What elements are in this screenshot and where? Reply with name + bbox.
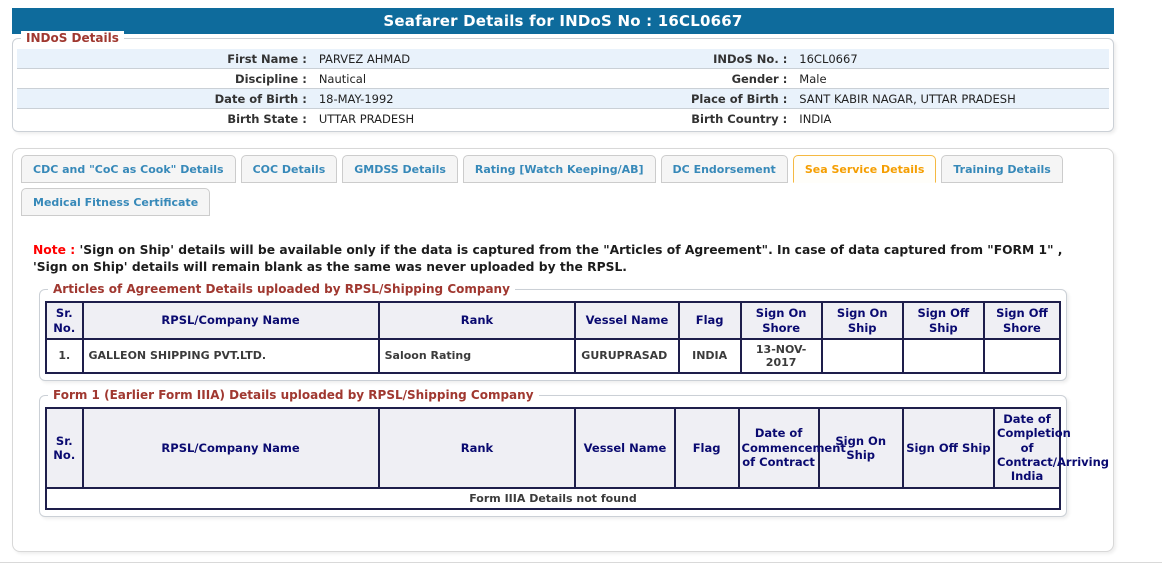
date-of-birth-value: 18-MAY-1992 <box>318 91 394 106</box>
agreement-details-table: Sr. No. RPSL/Company Name Rank Vessel Na… <box>45 301 1062 374</box>
note-text: 'Sign on Ship' details will be available… <box>33 243 1063 274</box>
cell-company: GALLEON SHIPPING PVT.LTD. <box>81 337 380 374</box>
form1-header-row: Sr. No. RPSL/Company Name Rank Vessel Na… <box>45 406 1109 489</box>
agreement-details-fieldset: Articles of Agreement Details uploaded b… <box>39 282 1067 381</box>
first-name-label: First Name : <box>227 51 307 66</box>
column-header-sr-no: Sr. No. <box>45 406 84 489</box>
agreement-data-row: 1. GALLEON SHIPPING PVT.LTD. Saloon Rati… <box>45 337 1062 374</box>
sign-on-ship-note: Note : 'Sign on Ship' details will be av… <box>33 242 1091 275</box>
indos-row-birth: Date of Birth : 18-MAY-1992 Place of Bir… <box>17 89 1109 109</box>
birth-state-label: Birth State : <box>227 112 307 126</box>
column-header-company: RPSL/Company Name <box>81 406 380 489</box>
gender-value: Male <box>799 71 827 86</box>
tab-strip: CDC and "CoC as Cook" Details COC Detail… <box>21 155 1105 216</box>
cell-sign-on-shore: 13-NOV-2017 <box>739 337 823 374</box>
cell-rank: Saloon Rating <box>377 337 577 374</box>
birth-country-value: INDIA <box>799 112 832 126</box>
form1-details-fieldset: Form 1 (Earlier Form IIIA) Details uploa… <box>39 387 1109 517</box>
page-title: Seafarer Details for INDoS No : 16CL0667 <box>12 8 1114 34</box>
column-header-date-completion: Date of Completion of Contract/Arriving … <box>993 406 1109 489</box>
indos-no-value: 16CL0667 <box>799 51 858 66</box>
column-header-rank: Rank <box>377 301 577 340</box>
tab-gmdss-details[interactable]: GMDSS Details <box>342 155 458 183</box>
column-header-sign-on-ship: Sign On Ship <box>820 301 904 340</box>
form1-empty-message: Form IIIA Details not found <box>45 486 1061 510</box>
form1-details-table: Sr. No. RPSL/Company Name Rank Vessel Na… <box>45 406 1109 510</box>
indos-row-state: Birth State : UTTAR PRADESH Birth Countr… <box>17 109 1109 129</box>
column-header-company: RPSL/Company Name <box>81 301 380 340</box>
column-header-vessel: Vessel Name <box>574 301 680 340</box>
agreement-details-caption: Articles of Agreement Details uploaded b… <box>48 282 515 297</box>
cell-flag: INDIA <box>677 337 742 374</box>
tab-content-panel: CDC and "CoC as Cook" Details COC Detail… <box>12 148 1114 552</box>
column-header-sign-off-shore: Sign Off Shore <box>982 301 1062 340</box>
cell-sign-off-ship <box>901 337 985 374</box>
cell-vessel: GURUPRASAD <box>574 337 680 374</box>
tab-cdc-coc-cook[interactable]: CDC and "CoC as Cook" Details <box>21 155 236 183</box>
form1-details-caption: Form 1 (Earlier Form IIIA) Details uploa… <box>48 387 539 402</box>
discipline-label: Discipline : <box>235 71 307 86</box>
tab-dc-endorsement[interactable]: DC Endorsement <box>660 155 788 183</box>
column-header-vessel: Vessel Name <box>574 406 676 489</box>
column-header-rank: Rank <box>377 406 577 489</box>
place-of-birth-label: Place of Birth : <box>690 91 788 106</box>
first-name-value: PARVEZ AHMAD <box>318 51 411 66</box>
indos-details-legend: INDoS Details <box>21 31 124 45</box>
column-header-flag: Flag <box>673 406 740 489</box>
discipline-value: Nautical <box>318 71 367 86</box>
indos-no-label: INDoS No. : <box>713 51 788 66</box>
cell-sign-on-ship <box>820 337 904 374</box>
tab-rating-watch-keeping[interactable]: Rating [Watch Keeping/AB] <box>462 155 656 183</box>
indos-row-discipline: Discipline : Nautical Gender : Male <box>17 69 1109 89</box>
indos-details-fieldset: INDoS Details First Name : PARVEZ AHMAD … <box>12 31 1114 132</box>
indos-row-name: First Name : PARVEZ AHMAD INDoS No. : 16… <box>17 49 1109 69</box>
date-of-birth-label: Date of Birth : <box>214 91 307 106</box>
tab-training-details[interactable]: Training Details <box>941 155 1063 183</box>
form1-empty-row: Form IIIA Details not found <box>45 486 1061 510</box>
column-header-date-commencement: Date of Commencement of Contract <box>737 406 846 489</box>
cell-sr-no: 1. <box>45 337 84 374</box>
tab-sea-service-details[interactable]: Sea Service Details <box>792 155 937 183</box>
tab-coc-details[interactable]: COC Details <box>240 155 338 183</box>
place-of-birth-value: SANT KABIR NAGAR, UTTAR PRADESH <box>799 91 1016 106</box>
column-header-sign-on-shore: Sign On Shore <box>739 301 823 340</box>
birth-state-value: UTTAR PRADESH <box>318 112 415 126</box>
tab-medical-fitness-certificate[interactable]: Medical Fitness Certificate <box>21 188 211 216</box>
column-header-flag: Flag <box>677 301 742 340</box>
column-header-sign-off-ship: Sign Off Ship <box>901 301 985 340</box>
note-prefix: Note : <box>33 243 76 257</box>
gender-label: Gender : <box>731 71 788 86</box>
birth-country-label: Birth Country : <box>691 112 788 126</box>
agreement-header-row: Sr. No. RPSL/Company Name Rank Vessel Na… <box>45 301 1062 340</box>
column-header-sign-off-ship: Sign Off Ship <box>901 406 996 489</box>
cell-sign-off-shore <box>982 337 1062 374</box>
page-container: Seafarer Details for INDoS No : 16CL0667… <box>0 8 1162 563</box>
column-header-sr-no: Sr. No. <box>45 301 84 340</box>
